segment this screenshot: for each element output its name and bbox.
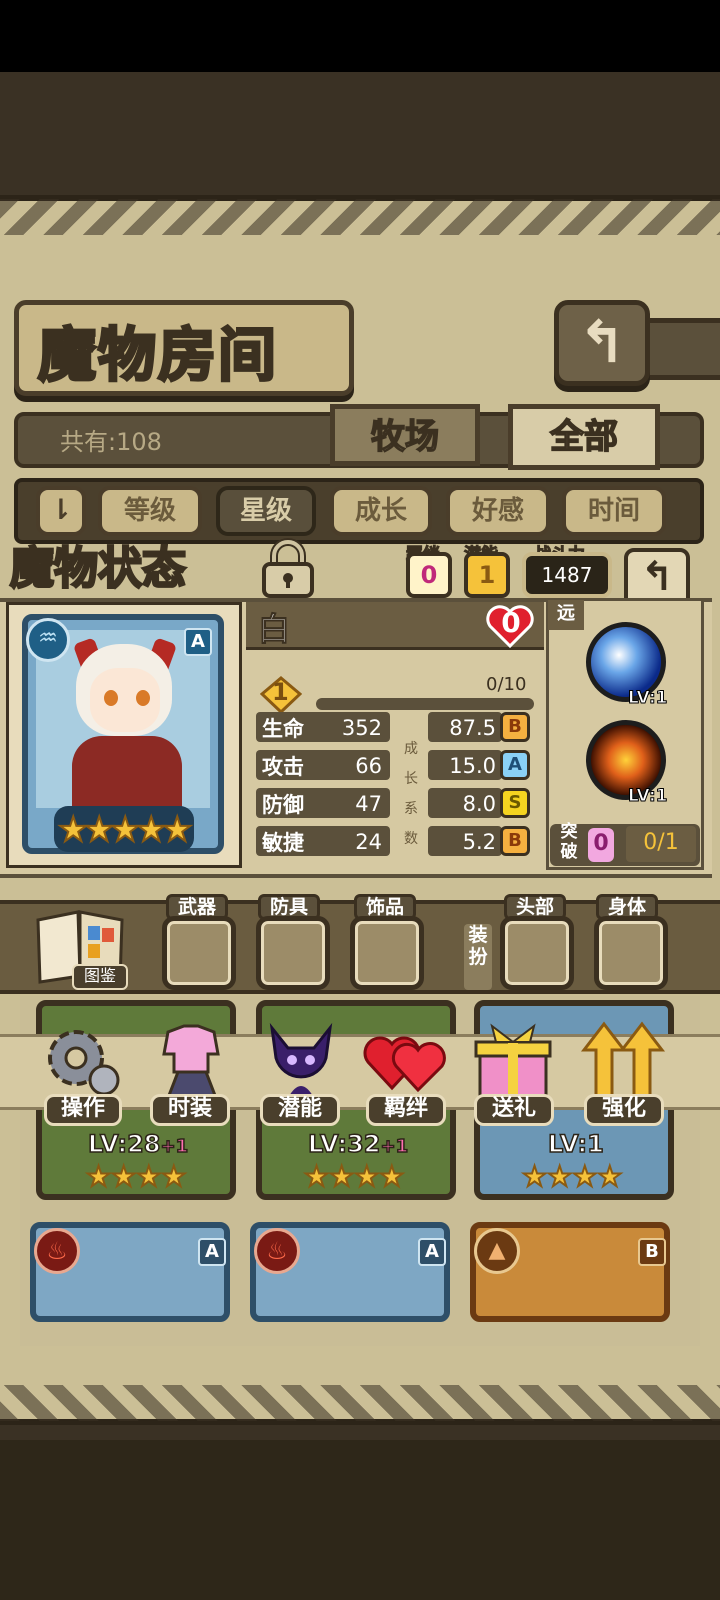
- action-potential[interactable]: 潜能: [260, 1094, 340, 1126]
- card-level: LV:32+1: [307, 1129, 409, 1159]
- exp-text: 0/10: [486, 674, 527, 695]
- card-stars: ★★★★: [303, 1159, 405, 1194]
- growth-value: 5.2: [462, 830, 496, 854]
- sort-time-button[interactable]: 时间: [562, 486, 666, 536]
- growth-caption: 长: [404, 771, 418, 787]
- monster-name: 白: [257, 610, 291, 649]
- action-enhance[interactable]: 强化: [584, 1094, 664, 1126]
- hearts-icon[interactable]: [362, 1018, 448, 1104]
- rank-badge: A: [184, 628, 212, 656]
- earth-element-icon: ▲: [474, 1228, 520, 1274]
- status-title: 魔物状态: [9, 542, 188, 596]
- character-eye: [104, 690, 118, 706]
- dress-up-label: 装扮: [464, 924, 492, 990]
- growth-caption: 成: [404, 741, 418, 757]
- lock-icon[interactable]: [258, 538, 318, 600]
- range-tag: 远: [548, 600, 584, 630]
- stat-value: 24: [355, 830, 382, 854]
- stat-label: 敏捷: [262, 831, 304, 855]
- stat-label: 生命: [262, 717, 304, 741]
- weapon-slot[interactable]: [162, 916, 236, 990]
- skill-level: LV:1: [628, 688, 669, 709]
- gear-icon[interactable]: [38, 1018, 124, 1104]
- body-slot[interactable]: [594, 916, 668, 990]
- rank-badge: A: [198, 1238, 226, 1266]
- card-level: LV:1: [547, 1129, 604, 1159]
- back-arrow-icon: ↰: [577, 308, 627, 376]
- affection-value: 0: [501, 606, 521, 639]
- sort-affection-button[interactable]: 好感: [446, 486, 550, 536]
- rank-badge: A: [418, 1238, 446, 1266]
- card-level: LV:28+1: [87, 1129, 189, 1159]
- action-costume[interactable]: 时装: [150, 1094, 230, 1126]
- sort-growth-button[interactable]: 成长: [330, 486, 432, 536]
- character-body: [72, 736, 182, 808]
- stat-value: 352: [341, 716, 382, 740]
- fire-element-icon: ♨: [254, 1228, 300, 1274]
- breakthrough-progress: 0/1: [626, 826, 696, 862]
- tab-ranch[interactable]: 牧场: [330, 404, 480, 466]
- back-arrow-icon: ↰: [640, 554, 674, 600]
- potential-value: 1: [464, 552, 510, 598]
- fire-element-icon: ♨: [34, 1228, 80, 1274]
- bottom-background: [0, 1440, 720, 1600]
- sort-level-button[interactable]: 等级: [98, 486, 202, 536]
- sort-order-icon[interactable]: ⇂: [36, 486, 86, 536]
- tab-all[interactable]: 全部: [508, 404, 660, 470]
- rank-badge: B: [638, 1238, 666, 1266]
- growth-grade: B: [500, 712, 530, 742]
- action-operate[interactable]: 操作: [44, 1094, 122, 1126]
- monster-book-label: 图鉴: [72, 964, 128, 990]
- exp-bar: [316, 698, 534, 710]
- power-value: 1487: [522, 552, 612, 598]
- growth-value: 8.0: [462, 792, 496, 816]
- demon-icon[interactable]: [258, 1018, 344, 1104]
- head-slot[interactable]: [500, 916, 574, 990]
- stat-value: 47: [355, 792, 382, 816]
- back-strip: [646, 318, 720, 380]
- stat-label: 攻击: [262, 755, 304, 779]
- armor-slot[interactable]: [256, 916, 330, 990]
- page-title: 魔物房间: [36, 320, 279, 391]
- bond-value: 0: [406, 552, 452, 598]
- back-button[interactable]: ↰: [554, 300, 650, 386]
- upgrade-arrows-icon[interactable]: [580, 1018, 666, 1104]
- growth-caption: 系: [404, 801, 418, 817]
- breakthrough-label: 突破: [560, 822, 578, 862]
- outfit-icon[interactable]: [148, 1018, 234, 1104]
- character-eye: [136, 690, 150, 706]
- growth-grade: A: [500, 750, 530, 780]
- growth-value: 87.5: [449, 716, 496, 740]
- growth-grade: B: [500, 826, 530, 856]
- skill-level: LV:1: [628, 786, 669, 807]
- star-icon: ★: [161, 809, 194, 851]
- accessory-slot[interactable]: [350, 916, 424, 990]
- status-bar: [0, 0, 720, 72]
- breakthrough-count: 0: [588, 828, 614, 862]
- gift-icon[interactable]: [470, 1018, 556, 1104]
- action-gift[interactable]: 送礼: [474, 1094, 554, 1126]
- monster-count: 共有:108: [60, 428, 162, 456]
- water-element-icon: ♒: [26, 618, 70, 662]
- action-bond[interactable]: 羁绊: [366, 1094, 446, 1126]
- card-stars: ★★★★: [85, 1159, 187, 1194]
- monster-level: 1: [272, 678, 289, 706]
- growth-grade: S: [500, 788, 530, 818]
- stat-label: 防御: [262, 793, 304, 817]
- growth-caption: 数: [404, 831, 418, 847]
- sort-star-button[interactable]: 星级: [216, 486, 316, 536]
- stat-value: 66: [355, 754, 382, 778]
- growth-value: 15.0: [449, 754, 496, 778]
- card-stars: ★★★★: [521, 1159, 623, 1194]
